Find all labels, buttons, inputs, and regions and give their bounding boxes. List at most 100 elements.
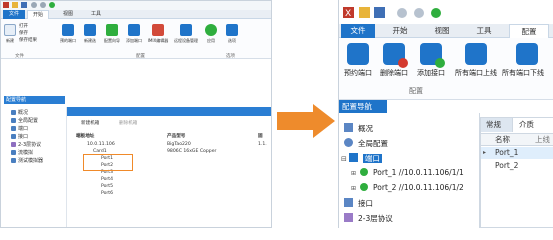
right-nav-label: Port_1 //10.0.11.106/1/1 [373, 168, 464, 177]
right-nav-item-overview[interactable]: 概况 [344, 123, 373, 134]
left-ribbon-btn-0-label: 预的端口 [60, 38, 76, 43]
left-nav-item-protocol[interactable]: 2-3层协议 [11, 142, 41, 149]
left-open-item[interactable]: 打开 [19, 23, 37, 30]
right-nav-item-port1[interactable]: ⊞ Port_1 //10.0.11.106/1/1 [351, 168, 464, 179]
add-interface-icon [420, 43, 445, 68]
right-nav-item-interface[interactable]: 接口 [344, 198, 373, 209]
expand-plus-icon: ⊞ [351, 185, 357, 192]
status-online-icon [360, 168, 369, 176]
left-save-result-item[interactable]: 保存结果 [19, 37, 37, 44]
left-group-file-label: 文件 [15, 54, 24, 59]
left-nav-label: 全局配置 [18, 118, 39, 124]
right-tab-start[interactable]: 开始 [385, 24, 415, 38]
left-nav-item-flow[interactable]: 流模拟 [11, 150, 33, 157]
left-tab-file[interactable]: 文件 [3, 10, 25, 19]
right-nav-label: 2-3层协议 [358, 214, 393, 223]
imix-editor-icon [152, 24, 164, 36]
left-ribbon-btn-2-label: 配置向导 [104, 38, 120, 43]
delete-port-button[interactable]: 删除端口 [377, 43, 411, 77]
left-ribbon-btn-5-label: 远程设备管理 [174, 38, 198, 43]
right-group-config-label: 配置 [409, 87, 423, 95]
right-nav-header: 配置导航 [339, 100, 387, 113]
all-ports-offline-button[interactable]: 所有端口下线 [502, 43, 553, 77]
left-new-button[interactable]: 新建 [3, 24, 17, 43]
left-ribbon-btn-2[interactable]: 配置向导 [101, 24, 123, 43]
protocol-icon [11, 142, 16, 147]
left-row-addr[interactable]: Port5 [101, 184, 113, 190]
left-tab-tools[interactable]: 工具 [85, 10, 107, 19]
left-ribbon-btn-4[interactable]: IMIX编辑器 [145, 24, 171, 43]
right-nav-label: 概况 [358, 124, 373, 133]
left-nav-item-global[interactable]: 全局配置 [11, 118, 38, 125]
left-group-config-label: 配置 [136, 54, 145, 59]
all-ports-online-button[interactable]: 所有端口上线 [452, 43, 500, 77]
left-panel-titlebar [67, 107, 271, 116]
right-tab-tools[interactable]: 工具 [469, 24, 499, 38]
delete-port-label: 删除端口 [380, 69, 408, 77]
left-ribbon-btn-0[interactable]: 预的端口 [57, 24, 79, 43]
left-tab-start[interactable]: 开始 [27, 10, 49, 19]
left-nav-item-interface[interactable]: 接口 [11, 134, 28, 141]
left-options-button[interactable]: 选项 [223, 24, 241, 43]
right-tab-view[interactable]: 视图 [427, 24, 457, 38]
left-save-item[interactable]: 保存 [19, 30, 37, 37]
left-row-addr[interactable]: Port6 [101, 191, 113, 197]
grid-tab-media[interactable]: 介质 [519, 119, 534, 131]
left-ribbon-btn-5[interactable]: 远程设备管理 [171, 24, 201, 43]
interface-icon [344, 198, 353, 207]
right-tab-config[interactable]: 配置 [509, 24, 549, 39]
left-row-addr[interactable]: 10.0.11.106 [87, 142, 115, 148]
right-quick-access-bar: X [339, 0, 553, 24]
right-tab-file[interactable]: 文件 [341, 24, 375, 38]
right-arrow-icon [277, 104, 335, 138]
all-ports-offline-label: 所有端口下线 [502, 69, 544, 77]
left-ribbon-btn-1-label: 新建选 [84, 38, 96, 43]
right-nav-item-protocol[interactable]: 2-3层协议 [344, 213, 393, 224]
left-row-model: 9806C 16xGE Copper [167, 149, 217, 154]
left-ribbon-btn-3[interactable]: 添加端口 [123, 24, 145, 43]
left-nav-item-port[interactable]: 端口 [11, 126, 28, 133]
left-new-chassis-button[interactable]: 新建机箱 [81, 121, 99, 127]
right-nav-item-port2[interactable]: ⊞ Port_2 //10.0.11.106/1/2 [351, 183, 464, 194]
right-nav-item-global[interactable]: 全局配置 [344, 138, 388, 149]
left-tab-view[interactable]: 视图 [57, 10, 79, 19]
port-reserve-icon [347, 43, 369, 65]
right-nav-label: Port_2 //10.0.11.106/1/2 [373, 183, 464, 192]
port-icon [11, 126, 16, 131]
add-badge-icon [435, 58, 445, 68]
left-nav-label: 概况 [18, 110, 29, 116]
left-nav-label: 接口 [18, 134, 29, 140]
grid-tab-general[interactable]: 常规 [486, 119, 501, 131]
left-row-model: BigTao220 [167, 142, 191, 147]
left-nav-label: 测试模拟器 [18, 158, 44, 164]
simulator-icon [11, 158, 16, 163]
left-col-model: 产品型号 [167, 134, 186, 139]
left-nav-item-simulator[interactable]: 测试模拟器 [11, 158, 43, 165]
grid-row-port2[interactable]: Port_2 [495, 160, 518, 172]
grid-row-port1[interactable]: Port_1 [495, 147, 518, 159]
left-nav-item-overview[interactable]: 概况 [11, 110, 28, 117]
left-file-group: 打开 保存 保存结果 [19, 23, 37, 44]
right-nav-label: 接口 [358, 199, 373, 208]
protocol-icon [344, 213, 353, 222]
left-delete-chassis-button[interactable]: 删除机箱 [119, 121, 137, 127]
right-nav-item-port[interactable]: ⊟ 端口 [341, 153, 382, 164]
left-row-addr[interactable]: Port4 [101, 177, 113, 183]
left-ribbon-btn-1[interactable]: 新建选 [79, 24, 101, 43]
reserve-port-button[interactable]: 预约端口 [341, 43, 375, 77]
left-options-label: 选项 [228, 38, 236, 43]
gear-icon [11, 118, 16, 123]
left-col-addr: 端板地址 [76, 134, 95, 139]
collapse-minus-icon: ⊟ [341, 155, 347, 163]
left-apply-button[interactable]: 应用 [202, 24, 220, 43]
left-new-label: 新建 [6, 38, 14, 43]
quick-access-icons: X [343, 7, 441, 19]
home-icon [11, 110, 16, 115]
gear-icon [344, 138, 353, 147]
right-nav-label: 全局配置 [358, 139, 388, 148]
add-interface-button[interactable]: 添加接口 [414, 43, 448, 77]
grid-col-online: 上线 [535, 135, 550, 144]
left-app-window: 文件 开始 视图 工具 新建 打开 保存 保存结果 预的端口 新建选 配置向导 … [0, 0, 272, 228]
new-select-icon [84, 24, 96, 36]
left-col-fw: 固 [258, 134, 263, 139]
